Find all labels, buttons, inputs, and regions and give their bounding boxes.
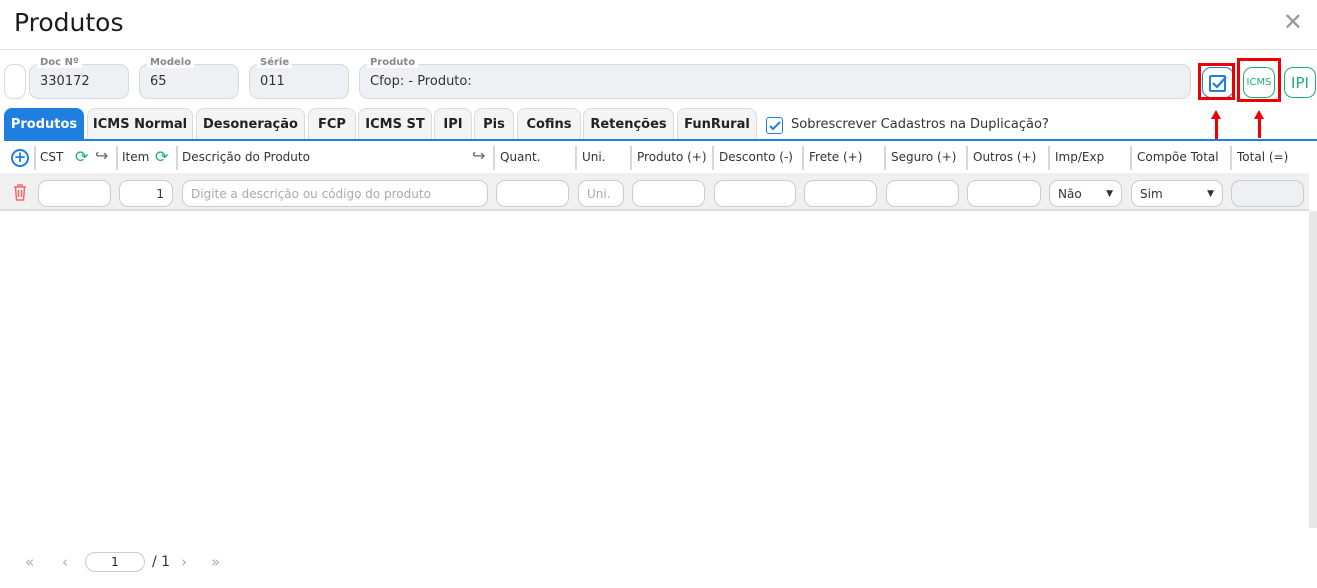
uni-input[interactable]: Uni. [578, 180, 624, 207]
tab-produtos[interactable]: Produtos [4, 108, 84, 140]
desconto-input[interactable] [714, 180, 796, 207]
col-separator [493, 146, 495, 170]
col-separator [802, 146, 804, 170]
col-separator [34, 146, 36, 170]
imp-exp-select[interactable]: Não ▼ [1049, 180, 1122, 207]
divider [0, 49, 1317, 50]
imp-exp-value: Não [1058, 186, 1082, 201]
col-produto: Produto (+) [637, 150, 707, 164]
col-outros: Outros (+) [973, 150, 1037, 164]
tab-fcp[interactable]: FCP [308, 108, 356, 140]
compoe-total-value: Sim [1140, 186, 1163, 201]
doc-label: Doc Nº [37, 57, 82, 68]
redo-arrow-icon[interactable]: ↪ [472, 146, 485, 165]
col-uni: Uni. [582, 150, 606, 164]
modelo-field: 65 [139, 64, 239, 99]
refresh-icon[interactable]: ⟳ [155, 147, 168, 166]
annotation-arrowhead [1254, 110, 1264, 119]
quant-input[interactable] [496, 180, 569, 207]
cst-input[interactable] [38, 180, 111, 207]
col-seguro: Seguro (+) [891, 150, 957, 164]
highlight-box [1237, 58, 1281, 102]
col-cst: CST [40, 150, 64, 164]
col-separator [575, 146, 577, 170]
tab-icms-normal[interactable]: ICMS Normal [87, 108, 193, 140]
col-separator [1130, 146, 1132, 170]
annotation-arrowhead [1211, 110, 1221, 119]
annotation-arrow [1215, 118, 1218, 140]
tab-funrural[interactable]: FunRural [677, 108, 757, 140]
total-input [1231, 180, 1304, 207]
seguro-input[interactable] [886, 180, 959, 207]
descricao-input[interactable]: Digite a descrição ou código do produto [182, 180, 488, 207]
chevron-down-icon: ▼ [1106, 188, 1113, 199]
last-page-icon[interactable]: » [211, 553, 220, 571]
produto-value-input[interactable] [632, 180, 705, 207]
close-icon[interactable]: ✕ [1283, 8, 1303, 36]
modelo-label: Modelo [147, 57, 195, 68]
page-title: Produtos [14, 8, 124, 37]
tab-cofins[interactable]: Cofins [517, 108, 581, 140]
overwrite-label: Sobrescrever Cadastros na Duplicação? [791, 117, 1049, 132]
tabs-underline [4, 139, 1317, 141]
produto-field: Cfop: - Produto: [359, 64, 1191, 99]
col-separator [630, 146, 632, 170]
next-page-icon[interactable]: › [181, 553, 187, 571]
col-frete: Frete (+) [809, 150, 863, 164]
col-separator [116, 146, 118, 170]
outros-input[interactable] [967, 180, 1041, 207]
overwrite-checkbox[interactable] [766, 117, 783, 134]
frete-input[interactable] [804, 180, 877, 207]
tab-desoneracao[interactable]: Desoneração [196, 108, 305, 140]
col-separator [176, 146, 178, 170]
redo-arrow-icon[interactable]: ↪ [95, 146, 108, 165]
col-separator [966, 146, 968, 170]
tab-pis[interactable]: Pis [474, 108, 514, 140]
tab-icms-st[interactable]: ICMS ST [358, 108, 432, 140]
page-total: / 1 [152, 554, 171, 570]
prev-page-icon[interactable]: ‹ [62, 553, 68, 571]
doc-field: 330172 [29, 64, 129, 99]
col-desconto: Desconto (-) [719, 150, 793, 164]
col-total: Total (=) [1237, 150, 1289, 164]
serie-field: 011 [249, 64, 349, 99]
chevron-down-icon: ▼ [1207, 188, 1214, 199]
produto-label: Produto [367, 57, 419, 68]
compoe-total-select[interactable]: Sim ▼ [1131, 180, 1223, 207]
col-separator [1230, 146, 1232, 170]
trash-icon[interactable] [12, 183, 28, 204]
col-separator [712, 146, 714, 170]
col-descricao: Descrição do Produto [182, 150, 310, 164]
ipi-button[interactable]: IPI [1284, 67, 1316, 98]
tab-retencoes[interactable]: Retenções [583, 108, 674, 140]
check-icon [768, 120, 781, 130]
refresh-icon[interactable]: ⟳ [75, 147, 88, 166]
highlight-box [1198, 63, 1235, 100]
collapsed-field[interactable] [4, 64, 26, 99]
item-input[interactable]: 1 [119, 180, 173, 207]
tab-ipi[interactable]: IPI [434, 108, 472, 140]
col-separator [1048, 146, 1050, 170]
serie-label: Série [257, 57, 293, 68]
col-compoe-total: Compõe Total [1137, 150, 1219, 164]
annotation-arrow [1258, 118, 1261, 138]
add-row-icon[interactable]: + [11, 149, 29, 167]
col-separator [884, 146, 886, 170]
col-imp-exp: Imp/Exp [1055, 150, 1105, 164]
page-input[interactable]: 1 [85, 552, 145, 572]
first-page-icon[interactable]: « [25, 553, 34, 571]
scrollbar[interactable] [1309, 211, 1317, 528]
col-item: Item [122, 150, 150, 164]
col-quant: Quant. [500, 150, 541, 164]
